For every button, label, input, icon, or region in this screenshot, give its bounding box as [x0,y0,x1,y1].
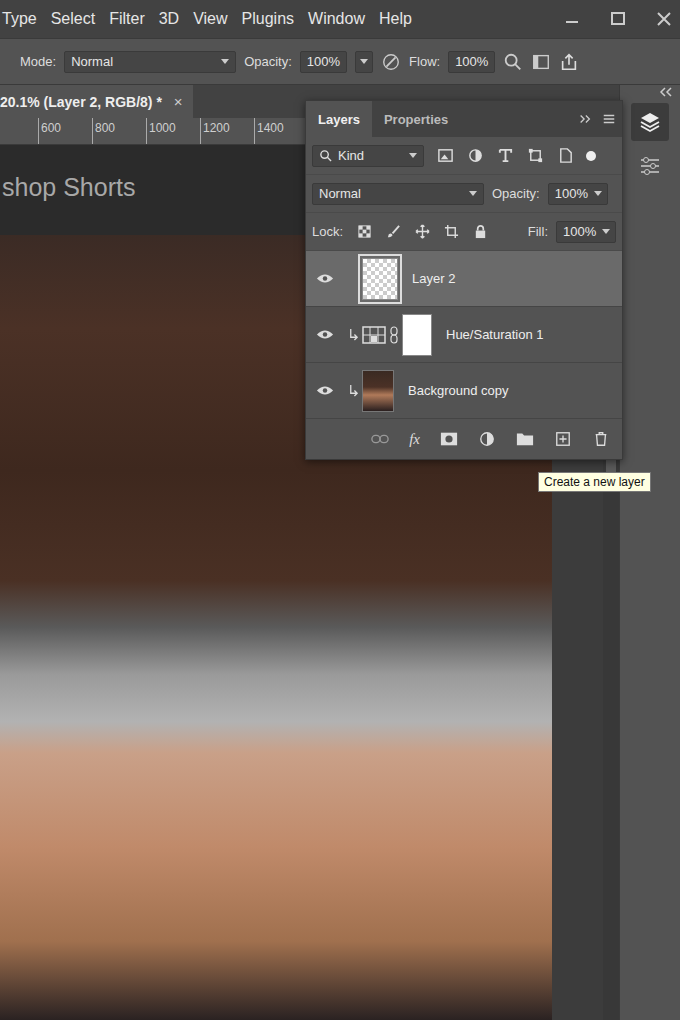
menu-item[interactable]: Filter [109,10,145,28]
panel-tab[interactable]: Properties [372,101,460,137]
menu-item[interactable]: Type [2,10,37,28]
folder-icon[interactable] [516,431,534,447]
expand-icon[interactable] [578,113,592,125]
eye-icon[interactable] [316,385,334,396]
collapse-icon[interactable] [658,87,674,97]
type-filter-icon[interactable] [497,147,514,164]
clip-arrow-icon [348,328,359,341]
layer-opacity-field[interactable]: 100% [548,183,608,205]
fill-label: Fill: [528,224,548,239]
layer-thumbnail [362,370,394,412]
opacity-dropdown[interactable] [355,51,373,73]
lock-label: Lock: [312,224,343,239]
adjustments-dock-button[interactable] [631,147,669,185]
opacity-label: Opacity: [244,54,292,69]
maximize-icon[interactable] [608,9,628,29]
layer-mask-thumbnail [402,314,432,356]
new-layer-icon[interactable] [554,431,572,447]
layer-row[interactable]: Layer 2 [306,251,622,307]
layer-style-button[interactable]: fx [409,431,420,448]
layer-name: Layer 2 [412,271,455,286]
fill-field[interactable]: 100% [556,221,616,243]
layer-name: Background copy [408,383,508,398]
share-icon[interactable] [559,52,579,72]
mode-dropdown[interactable]: Normal [64,51,236,73]
minimize-icon[interactable] [562,9,582,29]
panel-menu-icon[interactable] [602,113,616,125]
layers-panel: LayersProperties Kind Normal Opacity: 100% Lo… [305,100,623,460]
trash-icon[interactable] [592,431,610,447]
lock-move-icon[interactable] [415,224,430,239]
filter-toggle[interactable] [586,151,596,161]
menu-item[interactable]: View [193,10,227,28]
photoshop-window: Type Select Filter 3D View Plugins Window Help M… [0,0,680,1020]
pixel-filter-icon[interactable] [437,147,454,164]
document-tab[interactable]: 20.1% (Layer 2, RGB/8) *× [0,85,193,118]
airbrush-icon[interactable] [381,52,401,72]
layers-icon [638,110,662,134]
opacity-field[interactable]: 100% [300,51,347,73]
layers-dock-button[interactable] [631,103,669,141]
ruler-label: 1200 [200,118,254,144]
tooltip: Create a new layer [538,472,651,492]
ruler-label: 600 [38,118,92,144]
panel-dock [619,85,680,1020]
menu-item[interactable]: Window [308,10,365,28]
eye-icon[interactable] [316,273,334,284]
shape-filter-icon[interactable] [527,147,544,164]
menu-item[interactable]: Help [379,10,412,28]
menu-item[interactable]: Select [51,10,95,28]
layer-list: Layer 2 Hue/Saturation 1 Background copy [306,251,622,419]
smart-object-filter-icon[interactable] [557,147,574,164]
adjustment-filter-icon[interactable] [467,147,484,164]
lock-pixels-icon[interactable] [357,224,372,239]
options-bar: Mode: Normal Opacity: 100% Flow: 100% [0,38,680,85]
link-icon[interactable] [390,326,398,344]
layer-row[interactable]: Hue/Saturation 1 [306,307,622,363]
search-icon[interactable] [503,52,523,72]
menu-item[interactable]: 3D [159,10,179,28]
lock-artboard-icon[interactable] [444,224,459,239]
close-icon[interactable] [654,9,674,29]
ruler-label: 800 [92,118,146,144]
hue-saturation-icon [362,325,386,345]
adjustment-layer-icon[interactable] [478,431,496,447]
workspace-icon[interactable] [531,52,551,72]
layer-thumbnail [362,258,398,300]
menu-bar: Type Select Filter 3D View Plugins Window Help [0,0,680,38]
panel-tab[interactable]: Layers [306,101,372,137]
filter-kind-dropdown[interactable]: Kind [312,145,424,167]
menu-item[interactable]: Plugins [242,10,294,28]
clip-arrow-icon [348,384,359,397]
tab-close-button[interactable]: × [174,93,183,110]
layer-opacity-label: Opacity: [492,186,540,201]
search-icon [319,149,332,162]
link-layers-icon[interactable] [371,431,389,447]
ruler-label: 1400 [254,118,308,144]
flow-field[interactable]: 100% [448,51,495,73]
mode-label: Mode: [20,54,56,69]
sliders-icon [638,154,662,178]
layer-row[interactable]: Background copy [306,363,622,419]
blend-mode-dropdown[interactable]: Normal [312,183,484,205]
layer-name: Hue/Saturation 1 [446,327,544,342]
ruler-label: 1000 [146,118,200,144]
lock-all-icon[interactable] [473,224,488,239]
add-mask-icon[interactable] [440,431,458,447]
flow-label: Flow: [409,54,440,69]
lock-brush-icon[interactable] [386,224,401,239]
eye-icon[interactable] [316,329,334,340]
